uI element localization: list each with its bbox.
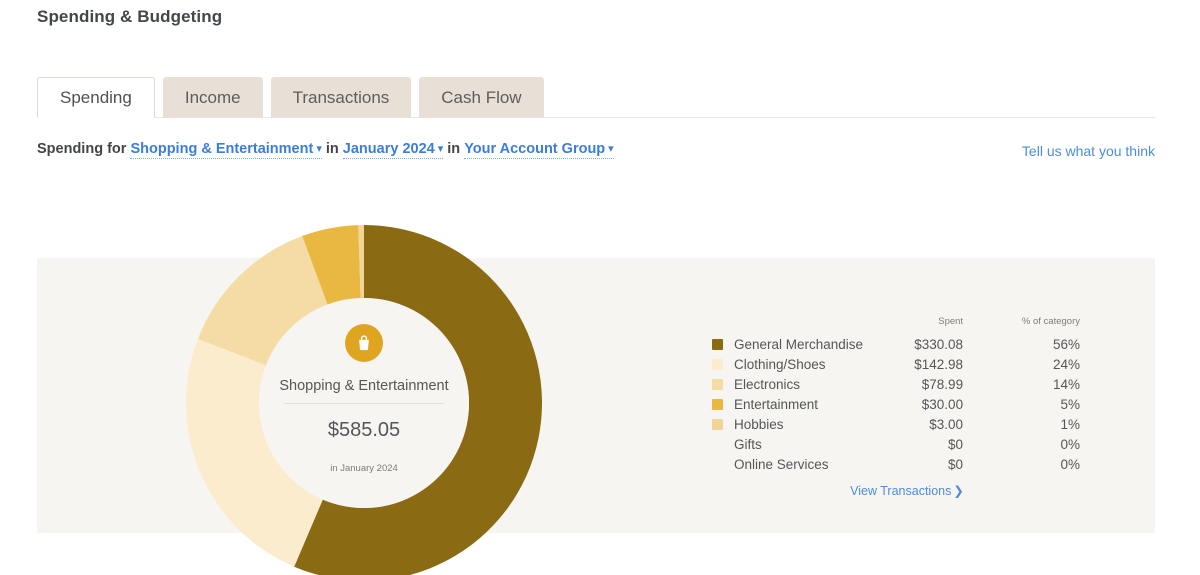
spending-budgeting-page: Spending & Budgeting Spending Income Tra… [0, 0, 1200, 575]
legend-swatch-cell [712, 394, 734, 414]
legend-category-label: Gifts [734, 436, 762, 452]
legend-header-swatch [712, 316, 734, 334]
legend-row: Clothing/Shoes $142.98 24% [712, 354, 1102, 374]
legend-spent-value: $0 [948, 436, 964, 452]
legend-color-swatch [712, 339, 723, 351]
donut-center-category: Shopping & Entertainment [279, 378, 449, 394]
legend-row: Gifts $0 0% [712, 434, 1102, 454]
legend-category-label: Electronics [734, 376, 801, 392]
legend-percent-value: 5% [1060, 396, 1080, 412]
tab-income[interactable]: Income [162, 77, 263, 118]
legend-swatch-cell [712, 434, 734, 454]
legend-color-swatch [712, 399, 723, 411]
legend-percent-value: 14% [1052, 376, 1080, 392]
legend-row: Hobbies $3.00 1% [712, 414, 1102, 434]
donut-center-amount: $585.05 [327, 419, 401, 441]
donut-center-period: in January 2024 [330, 463, 398, 474]
legend-category-label: Clothing/Shoes [734, 356, 826, 372]
category-filter-label: Shopping & Entertainment [130, 141, 314, 157]
legend-percent-value: 0% [1060, 436, 1080, 452]
legend-category-label: Online Services [734, 456, 829, 472]
tab-bar: Spending Income Transactions Cash Flow [37, 77, 544, 118]
period-filter-label: January 2024 [342, 141, 435, 157]
feedback-link[interactable]: Tell us what you think [1022, 143, 1155, 159]
legend-header-spent: Spent [938, 316, 964, 327]
tab-transactions-label: Transactions [292, 87, 390, 107]
tab-income-label: Income [184, 87, 241, 107]
category-filter-dropdown[interactable]: Shopping & Entertainment ▾ [130, 141, 322, 159]
period-filter-dropdown[interactable]: January 2024 ▾ [342, 141, 444, 159]
legend-swatch-cell [712, 334, 734, 354]
legend-row: Online Services $0 0% [712, 454, 1102, 474]
legend-category-label: Entertainment [734, 396, 819, 412]
legend-spent-value: $0 [948, 456, 964, 472]
tab-cash-flow[interactable]: Cash Flow [419, 77, 544, 118]
legend-color-swatch [712, 419, 723, 431]
legend-color-swatch [712, 379, 723, 391]
legend-spent-value: $3.00 [929, 416, 964, 432]
legend-swatch-cell [712, 414, 734, 434]
category-legend-table: Spent % of category General Merchandise $… [712, 316, 1102, 474]
account-group-filter-dropdown[interactable]: Your Account Group ▾ [464, 141, 614, 159]
legend-swatch-cell [712, 454, 734, 474]
legend-spent-value: $330.08 [914, 336, 964, 352]
legend-header-category [734, 316, 893, 334]
filter-conjunction-2: in [447, 141, 461, 157]
legend-row: General Merchandise $330.08 56% [712, 334, 1102, 354]
legend-percent-value: 0% [1060, 456, 1080, 472]
shopping-bag-icon [345, 324, 383, 362]
view-transactions-label: View Transactions [850, 484, 952, 498]
tab-cash-flow-label: Cash Flow [441, 87, 522, 107]
legend-percent-value: 1% [1060, 416, 1080, 432]
legend-header-row: Spent % of category [712, 316, 1102, 334]
tab-spending-label: Spending [60, 87, 132, 107]
tab-spending[interactable]: Spending [37, 77, 155, 118]
chevron-down-icon: ▾ [608, 143, 614, 155]
legend-swatch-cell [712, 354, 734, 374]
legend-percent-value: 24% [1052, 356, 1080, 372]
legend-category-label: Hobbies [734, 416, 784, 432]
filter-row: Spending for Shopping & Entertainment ▾ i… [37, 141, 614, 159]
filter-conjunction-1: in [325, 141, 339, 157]
legend-swatch-cell [712, 374, 734, 394]
chevron-down-icon: ▾ [437, 143, 444, 155]
legend-row: Entertainment $30.00 5% [712, 394, 1102, 414]
legend-spent-value: $30.00 [921, 396, 964, 412]
chevron-right-icon: ❯ [953, 484, 964, 498]
legend-spent-value: $78.99 [921, 376, 964, 392]
legend-row: Electronics $78.99 14% [712, 374, 1102, 394]
view-transactions-link[interactable]: View Transactions ❯ [712, 483, 1102, 498]
legend-percent-value: 56% [1052, 336, 1080, 352]
tab-transactions[interactable]: Transactions [270, 77, 412, 118]
filter-prefix-label: Spending for [37, 141, 127, 157]
donut-center-summary: Shopping & Entertainment $585.05 in Janu… [259, 298, 469, 508]
page-title: Spending & Budgeting [37, 7, 223, 26]
donut-center-divider [284, 403, 444, 404]
chevron-down-icon: ▾ [316, 143, 322, 155]
legend-header-pct: % of category [1021, 316, 1080, 327]
legend-category-label: General Merchandise [734, 336, 864, 352]
account-group-filter-label: Your Account Group [464, 141, 606, 157]
legend-spent-value: $142.98 [914, 356, 964, 372]
legend-color-swatch [712, 359, 723, 371]
spending-donut-chart: Shopping & Entertainment $585.05 in Janu… [186, 225, 542, 575]
